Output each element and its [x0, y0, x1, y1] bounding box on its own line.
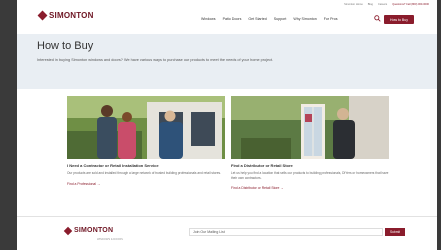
footer-logo-diamond-icon: [63, 226, 73, 235]
utility-link-home[interactable]: Simonton Home: [344, 3, 363, 6]
hero-section: How to Buy Interested in buying Simonton…: [17, 34, 437, 89]
utility-phone[interactable]: Questions? Call (800) 000-0000: [392, 3, 429, 6]
mailing-list-input[interactable]: Join Our Mailing List: [189, 228, 383, 236]
contractor-card-title: I Need a Contractor or Retail Installati…: [67, 163, 159, 168]
utility-link-blog[interactable]: Blog: [368, 3, 373, 6]
utility-link-careers[interactable]: Careers: [378, 3, 387, 6]
logo-text: SIMONTON: [49, 11, 94, 20]
contractor-card: I Need a Contractor or Retail Installati…: [67, 96, 225, 214]
contractor-card-description: Our products are sold and installed thro…: [67, 171, 221, 175]
distributor-card-description: Let us help you find a location that sel…: [231, 171, 389, 180]
footer-logo[interactable]: SIMONTON: [63, 226, 114, 235]
page-title: How to Buy: [37, 40, 94, 52]
find-distributor-link[interactable]: Find a Distributor or Retail Store →: [231, 186, 389, 190]
nav-item-windows[interactable]: Windows: [201, 17, 216, 21]
nav-item-patio-doors[interactable]: Patio Doors: [223, 17, 242, 21]
footer-divider: [17, 216, 437, 217]
find-professional-link[interactable]: Find a Professional →: [67, 182, 225, 186]
footer-logo-tagline: WINDOWS & DOORS: [97, 238, 123, 241]
distributor-photo: [231, 96, 389, 159]
nav-item-why-simonton[interactable]: Why Simonton: [293, 17, 316, 21]
utility-bar: Simonton Home Blog Careers Questions? Ca…: [344, 3, 429, 6]
nav-item-get-started[interactable]: Get Started: [248, 17, 266, 21]
contractor-photo: [67, 96, 225, 159]
footer-logo-text: SIMONTON: [74, 227, 114, 234]
nav-item-support[interactable]: Support: [274, 17, 287, 21]
site-logo[interactable]: SIMONTON: [37, 10, 94, 21]
mailing-submit-button[interactable]: Submit: [385, 228, 405, 236]
hero-description: Interested in buying Simonton windows an…: [37, 58, 274, 62]
distributor-card: Find a Distributor or Retail Store Let u…: [231, 96, 389, 214]
distributor-card-title: Find a Distributor or Retail Store: [231, 163, 293, 168]
logo-diamond-icon: [37, 10, 48, 21]
main-nav: Windows Patio Doors Get Started Support …: [201, 17, 338, 21]
search-icon[interactable]: [374, 15, 381, 22]
browser-viewport: Simonton Home Blog Careers Questions? Ca…: [17, 0, 437, 250]
nav-item-for-pros[interactable]: For Pros: [324, 17, 338, 21]
how-to-buy-button[interactable]: How to Buy: [384, 15, 414, 24]
